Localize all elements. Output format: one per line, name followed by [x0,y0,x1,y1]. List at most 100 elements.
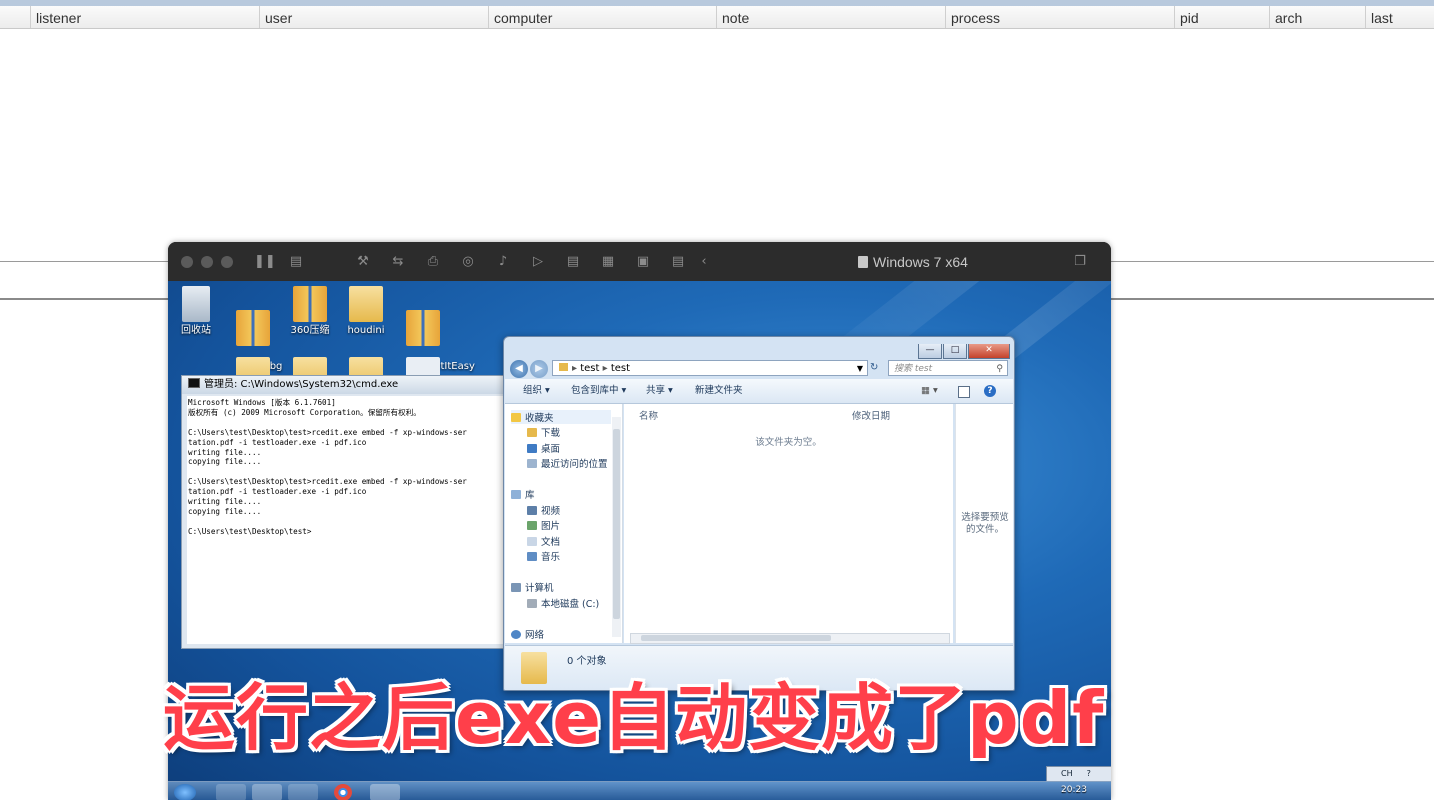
media-player-icon[interactable] [288,784,318,800]
video-library-icon [527,506,537,515]
column-name-header[interactable]: 名称 [639,408,658,422]
nav-music[interactable]: 音乐 [527,549,560,563]
minimize-button[interactable]: — [918,344,942,359]
nav-pictures[interactable]: 图片 [527,518,560,532]
cmd-window[interactable]: 管理员: C:\Windows\System32\cmd.exe Microso… [181,375,508,649]
breadcrumb-item[interactable]: test [611,363,630,374]
close-button[interactable]: ✕ [968,344,1010,359]
item-count: 0 个对象 [567,656,607,667]
zip-archive-icon [293,286,327,322]
dropdown-arrow-icon[interactable]: ▼ [857,361,863,377]
search-input[interactable]: 搜索 test ⚲ [888,360,1008,376]
ie-icon[interactable] [216,784,246,800]
picture-library-icon [527,521,537,530]
nav-favorites[interactable]: 收藏夹 [511,410,611,424]
wrench-icon[interactable]: ⚒ [355,254,371,270]
usb-icon[interactable]: ▤ [565,254,581,270]
music-library-icon [527,552,537,561]
maximize-button[interactable]: □ [943,344,967,359]
zoom-dot-icon[interactable] [221,256,233,268]
video-icon[interactable]: ▷ [530,254,546,270]
nav-local-disk[interactable]: 本地磁盘 (C:) [527,596,599,610]
desktop-icon-recycle-bin[interactable]: 回收站 [168,286,227,337]
nav-computer[interactable]: 计算机 [511,580,554,594]
network-globe-icon [511,630,521,639]
network-icon[interactable]: ⇆ [390,254,406,270]
preview-pane: 选择要预览的文件。 [955,404,1013,643]
beacon-table-header: listener user computer note process pid … [0,6,1434,29]
new-folder-button[interactable]: 新建文件夹 [695,379,743,403]
chevron-left-icon[interactable]: ‹ [696,254,712,270]
nav-scrollbar[interactable] [612,417,621,637]
desktop-icon [527,444,537,453]
display-icon[interactable]: ▦ [600,254,616,270]
breadcrumb-item[interactable]: test [580,363,599,374]
nav-network[interactable]: 网络 [511,627,544,641]
cmd-titlebar[interactable]: 管理员: C:\Windows\System32\cmd.exe [182,376,507,394]
address-bar[interactable]: ▸ test ▸ test ▼ [552,360,868,376]
back-arrow-icon[interactable]: ◀ [510,360,528,378]
column-modified-header[interactable]: 修改日期 [852,408,890,422]
save-icon[interactable]: ▣ [635,254,651,270]
zip-archive-icon [236,310,270,346]
desktop-icon-360zip[interactable]: 360压缩 [279,286,341,337]
desktop-icon-houdini[interactable]: houdini [335,286,397,337]
help-icon[interactable]: ? [1087,769,1091,778]
sound-icon[interactable]: ♪ [495,254,511,270]
disk-drive-icon [527,599,537,608]
nav-desktop[interactable]: 桌面 [527,441,560,455]
forward-arrow-icon[interactable]: ▶ [530,360,548,378]
pause-icon[interactable]: ❚❚ [254,254,276,270]
window-restore-icon[interactable]: ❐ [1072,254,1088,270]
include-library-menu[interactable]: 包含到库中 ▾ [571,379,626,403]
refresh-icon[interactable]: ↻ [870,360,884,376]
file-list-pane[interactable]: 名称 修改日期 该文件夹为空。 [624,404,953,643]
column-pid[interactable]: pid [1174,6,1269,28]
camera-icon[interactable]: ◎ [460,254,476,270]
printer-icon[interactable]: ⎙ [425,254,441,270]
help-icon[interactable]: ? [984,385,996,397]
scrollbar-thumb[interactable] [641,635,831,641]
chrome-icon[interactable] [334,784,352,800]
nav-libraries[interactable]: 库 [511,487,535,501]
column-last[interactable]: last [1365,6,1434,28]
document-icon [858,256,868,268]
folder-icon [349,286,383,322]
cmd-taskbar-icon[interactable] [370,784,400,800]
console-icon [188,378,200,388]
command-bar: 组织 ▾ 包含到库中 ▾ 共享 ▾ 新建文件夹 ▦ ▾ ? [505,379,1013,404]
file-list-hscrollbar[interactable] [630,633,950,644]
library-icon [511,490,521,499]
computer-icon [511,583,521,592]
folder-share-icon[interactable]: ▤ [670,254,686,270]
scrollbar-thumb[interactable] [613,429,620,619]
column-user[interactable]: user [259,6,488,28]
clock[interactable]: 20:23 [1061,785,1087,795]
minimize-dot-icon[interactable] [201,256,213,268]
recycle-bin-icon [182,286,210,322]
close-dot-icon[interactable] [181,256,193,268]
nav-videos[interactable]: 视频 [527,503,560,517]
preview-pane-icon[interactable] [958,386,970,398]
explorer-window: — □ ✕ ◀ ▶ ▸ test ▸ test ▼ ↻ 搜索 test ⚲ 组织 ▾ … [503,336,1015,691]
star-icon [511,413,521,422]
explorer-taskbar-icon[interactable] [252,784,282,800]
nav-documents[interactable]: 文档 [527,534,560,548]
nav-downloads[interactable]: 下载 [527,425,560,439]
column-process[interactable]: process [945,6,1174,28]
language-bar[interactable]: CH? [1046,766,1111,782]
view-options-icon[interactable]: ▦ ▾ [921,379,938,403]
nav-recent[interactable]: 最近访问的位置 [527,456,608,470]
download-folder-icon [527,428,537,437]
vm-titlebar[interactable]: ❚❚ ▤ ⚒ ⇆ ⎙ ◎ ♪ ▷ ▤ ▦ ▣ ▤ ‹ Windows 7 x64… [168,242,1111,281]
column-note[interactable]: note [716,6,945,28]
column-computer[interactable]: computer [488,6,716,28]
cmd-output[interactable]: Microsoft Windows [版本 6.1.7601] 版权所有 (c)… [187,396,505,644]
column-listener[interactable]: listener [30,6,259,28]
start-orb-icon[interactable] [174,784,196,800]
organize-menu[interactable]: 组织 ▾ [523,379,550,403]
snapshot-icon[interactable]: ▤ [288,254,304,270]
share-menu[interactable]: 共享 ▾ [646,379,673,403]
folder-small-icon [559,363,568,371]
column-arch[interactable]: arch [1269,6,1365,28]
